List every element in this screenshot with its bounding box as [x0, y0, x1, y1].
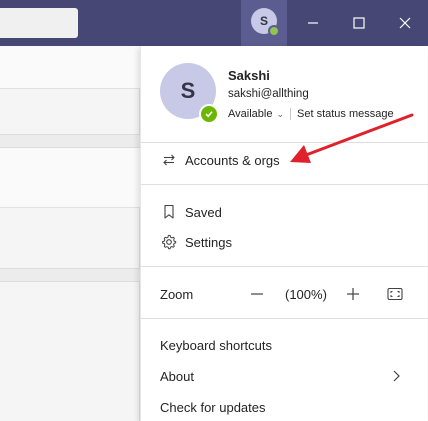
- zoom-level: (100%): [285, 286, 327, 302]
- minimize-button[interactable]: [290, 0, 336, 46]
- divider: [141, 318, 428, 319]
- set-status-message-button[interactable]: Set status message: [297, 108, 394, 120]
- zoom-row: Zoom (100%): [141, 280, 428, 308]
- bookmark-icon: [160, 203, 178, 221]
- accounts-orgs-label: Accounts & orgs: [185, 152, 280, 168]
- about-label: About: [160, 368, 194, 384]
- zoom-in-button[interactable]: [343, 284, 363, 304]
- about-item[interactable]: About: [141, 362, 428, 390]
- background-band: [0, 148, 140, 208]
- status-separator: [290, 108, 291, 120]
- switch-accounts-icon: [160, 151, 178, 169]
- accounts-orgs-item[interactable]: Accounts & orgs: [141, 146, 428, 174]
- maximize-icon: [353, 17, 365, 29]
- check-for-updates-item[interactable]: Check for updates: [141, 393, 428, 421]
- check-icon: [205, 111, 213, 118]
- keyboard-shortcuts-item[interactable]: Keyboard shortcuts: [141, 331, 428, 359]
- gear-icon: [160, 233, 178, 251]
- profile-email: sakshi@allthing: [228, 88, 309, 100]
- zoom-label: Zoom: [160, 286, 194, 302]
- check-for-updates-label: Check for updates: [160, 399, 266, 415]
- fit-screen-icon: [387, 287, 403, 301]
- background-row: [0, 134, 140, 148]
- divider: [141, 142, 428, 143]
- divider: [141, 266, 428, 267]
- status-row: Available ⌄ Set status message: [228, 108, 394, 120]
- status-selector[interactable]: Available: [228, 108, 272, 120]
- close-button[interactable]: [382, 0, 428, 46]
- minimize-icon: [308, 22, 318, 24]
- profile-name: Sakshi: [228, 68, 270, 83]
- search-input[interactable]: [0, 8, 78, 38]
- minus-icon: [251, 293, 263, 295]
- zoom-reset-button[interactable]: [385, 284, 405, 304]
- saved-label: Saved: [185, 204, 222, 220]
- divider: [141, 184, 428, 185]
- zoom-out-button[interactable]: [247, 284, 267, 304]
- profile-menu: S Sakshi sakshi@allthing Available ⌄ Set…: [140, 46, 428, 421]
- settings-item[interactable]: Settings: [141, 228, 428, 256]
- presence-available-icon: [268, 25, 280, 37]
- chevron-down-icon: ⌄: [276, 108, 284, 119]
- saved-item[interactable]: Saved: [141, 198, 428, 226]
- plus-icon: [347, 288, 359, 300]
- chevron-right-icon: [389, 369, 403, 383]
- background-row: [0, 268, 140, 282]
- title-bar: S: [0, 0, 428, 46]
- background-header: [0, 46, 140, 89]
- email-fade: [309, 85, 351, 103]
- maximize-button[interactable]: [336, 0, 382, 46]
- profile-button[interactable]: S: [241, 0, 287, 46]
- settings-label: Settings: [185, 234, 232, 250]
- presence-available-icon: [199, 104, 219, 124]
- app-background: [0, 46, 140, 421]
- keyboard-shortcuts-label: Keyboard shortcuts: [160, 337, 273, 353]
- close-icon: [399, 17, 411, 29]
